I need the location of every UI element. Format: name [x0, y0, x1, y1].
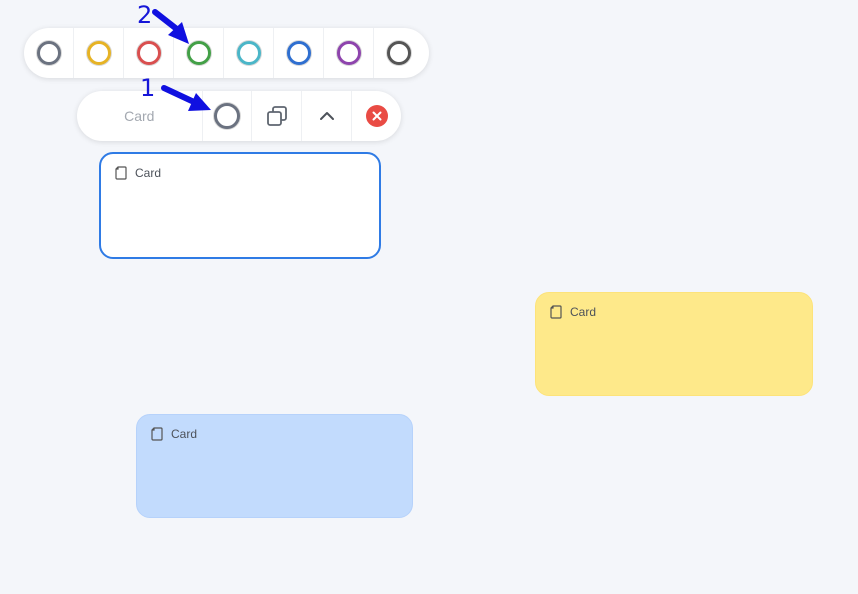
annotation-1-arrow — [161, 85, 211, 111]
